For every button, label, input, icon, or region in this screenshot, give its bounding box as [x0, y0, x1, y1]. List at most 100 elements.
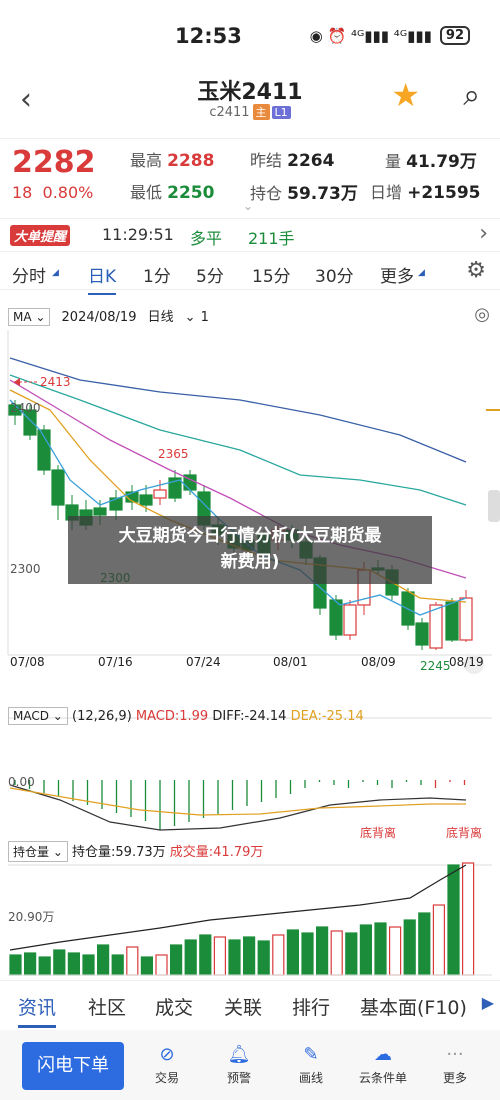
high-label: 最高	[130, 151, 163, 170]
trade-button[interactable]: ⊘ 交易	[131, 1044, 203, 1086]
more-button[interactable]: ··· 更多	[419, 1044, 491, 1086]
volume-bar	[330, 930, 343, 976]
tab-5min[interactable]: 5分	[196, 262, 224, 287]
prev-label: 昨结	[250, 151, 283, 170]
macd-select[interactable]: MACD ⌄	[8, 707, 68, 725]
tab-15min[interactable]: 15分	[252, 262, 291, 287]
dots-icon: ···	[446, 1044, 464, 1065]
last-price: 2282	[12, 145, 96, 180]
volume-bar	[359, 924, 372, 976]
low-row: 最低 2250	[130, 179, 214, 203]
vol-label: 量	[385, 152, 402, 171]
expand-chevron-icon[interactable]: ⌄	[243, 199, 253, 213]
tab-related[interactable]: 关联	[224, 993, 262, 1020]
flash-order-button[interactable]: 闪电下单	[22, 1042, 124, 1090]
big-order-ticker[interactable]: 大单提醒 11:29:51 多平 211手 ›	[0, 218, 500, 252]
volume-bar	[462, 862, 475, 976]
ma-select[interactable]: MA ⌄	[8, 308, 51, 326]
tab-community[interactable]: 社区	[88, 993, 126, 1020]
oi-label: 持仓	[250, 184, 283, 203]
candle-body	[459, 597, 473, 641]
volume-bar	[286, 929, 299, 976]
volume-bar	[243, 936, 256, 976]
volume-bar	[389, 926, 402, 976]
kline-num: 1	[200, 310, 209, 325]
volume-bar	[403, 919, 416, 976]
ma-line	[9, 374, 467, 506]
prev-row: 昨结 2264	[250, 147, 334, 171]
kline-date: 2024/08/19	[61, 310, 137, 325]
search-icon[interactable]: ⌕	[463, 78, 480, 113]
volume-bar	[38, 956, 51, 976]
pen-icon: ✎	[303, 1044, 319, 1065]
date-label: 08/09	[361, 655, 396, 669]
oi-select[interactable]: 持仓量 ⌄	[8, 841, 68, 862]
volume-bar	[432, 904, 445, 976]
trade-icon: ⊘	[159, 1044, 175, 1065]
volume-bar	[155, 954, 168, 976]
tab-30min[interactable]: 30分	[315, 262, 354, 287]
title-bar: ‹ 玉米2411 c2411 主 L1 ★ ⌕	[0, 70, 500, 130]
star-icon[interactable]: ★	[391, 76, 420, 114]
tab-news[interactable]: 资讯	[18, 993, 57, 1028]
diff-value: DIFF:-24.14	[212, 709, 287, 724]
oi-sel-label: 持仓量	[13, 845, 50, 859]
tab-fundamentals[interactable]: 基本面(F10)	[360, 993, 467, 1020]
tab-ranking[interactable]: 排行	[292, 993, 330, 1020]
tab-trades[interactable]: 成交	[155, 993, 193, 1020]
alert-label: 预警	[226, 1071, 251, 1085]
cloud-order-button[interactable]: ☁ 云条件单	[347, 1044, 419, 1086]
tab-1min[interactable]: 1分	[143, 262, 171, 287]
volume-bar	[53, 949, 66, 976]
oi-value: 59.73万	[287, 184, 358, 204]
kline-period: 日线	[147, 310, 174, 325]
macd-value: MACD:1.99	[135, 709, 209, 724]
footer-bar: 闪电下单 ⊘ 交易 🔔︎ 预警 ✎ 画线 ☁ 云条件单 ··· 更多	[0, 1030, 500, 1100]
candle-body	[153, 489, 167, 499]
scroll-right-icon[interactable]: ▶	[482, 993, 494, 1012]
banner-line2: 新费用)	[220, 552, 280, 572]
inc-label: 日增	[370, 183, 403, 202]
news-banner[interactable]: 大豆期货今日行情分析(大豆期货最 新费用)	[68, 516, 432, 584]
price-change: 18 0.80%	[12, 183, 93, 202]
eye-icon[interactable]: ◎	[474, 304, 490, 325]
battery-icon: 92	[439, 26, 470, 45]
signal-icons: ◉ ⏰ ⁴ᴳ▮▮▮ ⁴ᴳ▮▮▮	[309, 26, 432, 45]
change-value: 18	[12, 183, 33, 202]
divergence-label-2: 底背离	[446, 826, 483, 840]
candle-body	[51, 469, 65, 506]
period-tabs: 分时 ◢ 日K 1分 5分 15分 30分 更多 ◢ ⚙	[0, 256, 500, 295]
date-label: 07/08	[10, 655, 45, 669]
chevron-right-icon: ›	[479, 221, 488, 246]
period-dropdown-icon[interactable]: ⌄	[185, 310, 196, 325]
divergence-label-1: 底背离	[360, 826, 397, 840]
quote-panel: 2282 18 0.80% 最高 2288 最低 2250 昨结 2264 持仓…	[0, 138, 500, 216]
high-marker-label: 2413	[40, 375, 71, 389]
page-title: 玉米2411	[197, 80, 303, 105]
vol-panel-value: 成交量:41.79万	[169, 845, 264, 860]
settings-gear-icon[interactable]: ⚙	[466, 258, 486, 283]
volume-bar	[257, 940, 270, 976]
ticker-type: 多平	[190, 229, 223, 248]
volume-bar	[447, 864, 460, 976]
volume-bar	[301, 932, 314, 976]
oi-panel-value: 持仓量:59.73万	[72, 845, 166, 860]
status-icons: ◉ ⏰ ⁴ᴳ▮▮▮ ⁴ᴳ▮▮▮ 92	[310, 26, 470, 45]
tab-timeshare[interactable]: 分时	[12, 262, 46, 287]
tab-daily[interactable]: 日K	[88, 262, 117, 295]
draw-label: 画线	[298, 1071, 323, 1085]
ma-label: MA	[13, 310, 32, 324]
low-value: 2250	[167, 183, 215, 203]
volume-bar	[24, 952, 37, 976]
more-label: 更多	[442, 1071, 467, 1085]
tab-more[interactable]: 更多	[380, 262, 414, 287]
scroll-handle	[488, 490, 500, 522]
diff-line	[9, 784, 467, 831]
draw-button[interactable]: ✎ 画线	[275, 1044, 347, 1086]
alert-button[interactable]: 🔔︎ 预警	[203, 1044, 275, 1086]
peak-label: 2365	[158, 447, 189, 461]
candle-body	[93, 507, 107, 516]
price-axis-label: 2400	[10, 401, 41, 415]
code-label: c2411	[209, 105, 250, 120]
bell-icon: 🔔︎	[227, 1044, 251, 1065]
